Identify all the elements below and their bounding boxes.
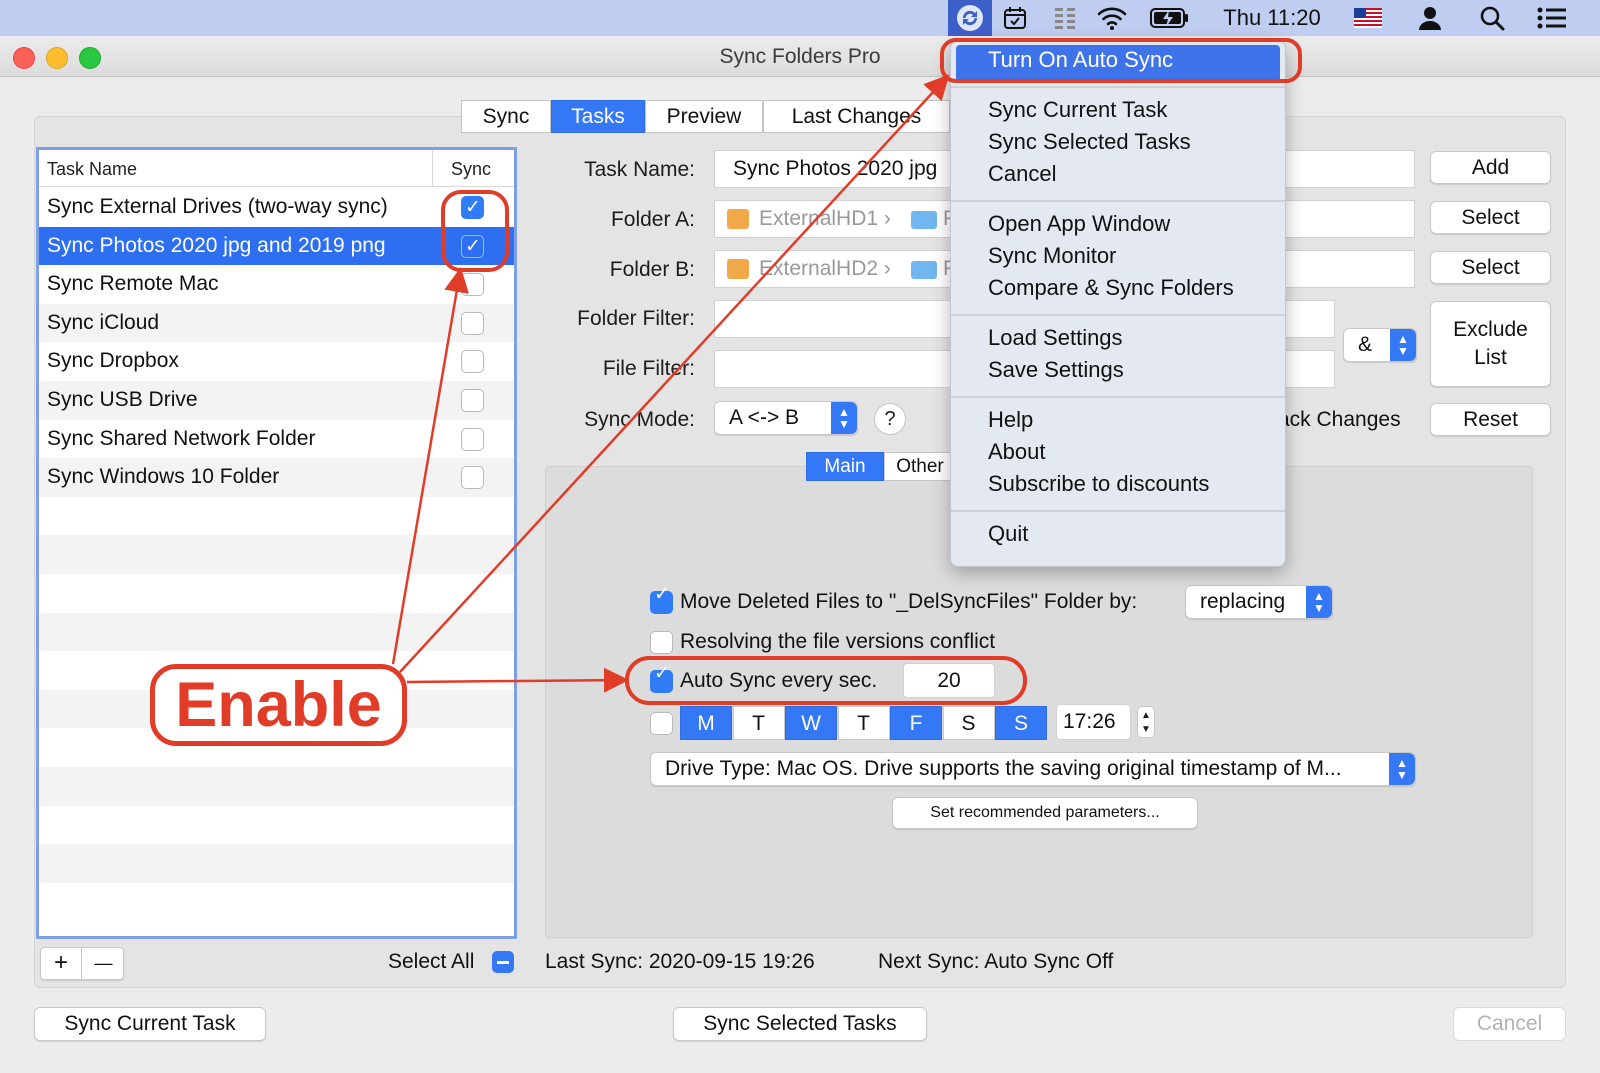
arrow-to-auto-sync (406, 667, 629, 693)
arrow-to-menu-item (399, 74, 950, 673)
annotation-ring-menu-item (940, 38, 1302, 83)
annotation-enable-label: Enable (150, 664, 407, 746)
arrow-to-sync-checkbox (391, 267, 469, 665)
annotation-ring-sync-checkboxes (441, 190, 509, 272)
annotation-ring-auto-sync (625, 656, 1027, 705)
annotation-arrows (391, 74, 950, 693)
